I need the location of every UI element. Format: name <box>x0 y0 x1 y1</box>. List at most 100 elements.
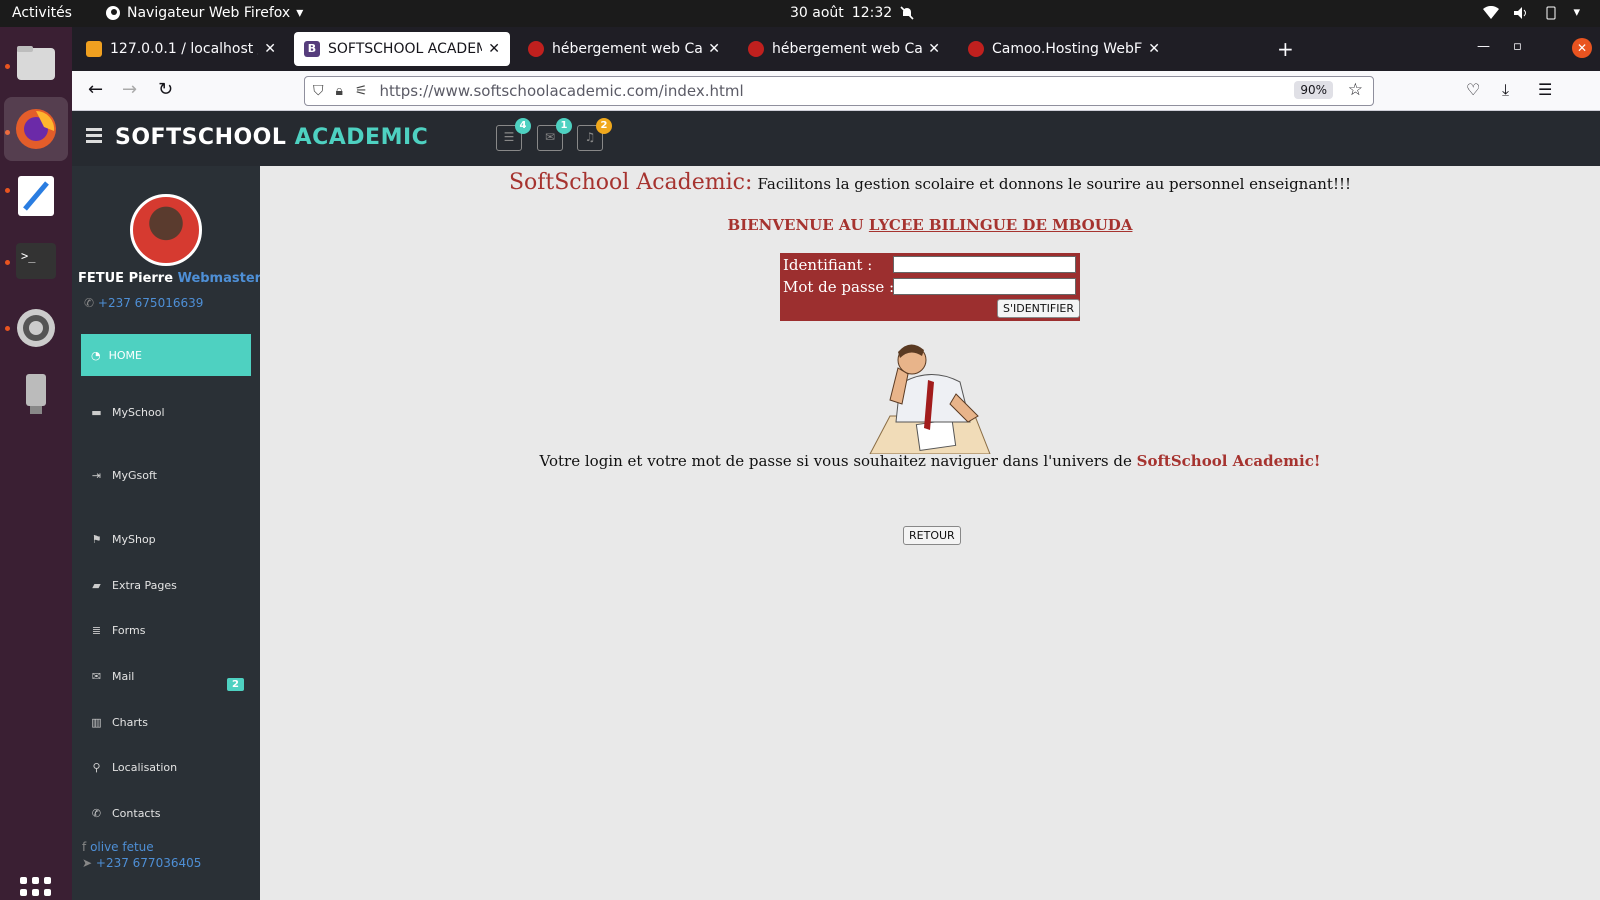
firefox-icon[interactable] <box>4 97 68 161</box>
school-link[interactable]: LYCEE BILINGUE DE MBOUDA <box>869 216 1133 234</box>
sidebar: FETUE Pierre Webmaster ✆ +237 675016639 … <box>72 166 261 900</box>
phone-icon: ✆ <box>91 807 102 820</box>
bell-icon[interactable]: ♫ 2 <box>577 118 612 151</box>
sign-in-icon: ⇥ <box>91 469 102 482</box>
tab-softschool[interactable]: B SOFTSCHOOL ACADEMIC ✕ <box>294 32 510 66</box>
tab-label: hébergement web Camer <box>552 41 703 57</box>
login-form: Identifiant : Mot de passe : S'IDENTIFIE… <box>780 253 1081 321</box>
telegram-icon: ➤ <box>82 856 93 870</box>
dashboard-icon: ◔ <box>91 348 101 362</box>
password-input[interactable] <box>893 278 1076 295</box>
menu-icon[interactable]: ☰ <box>1538 80 1552 99</box>
maximize-icon[interactable]: ▫ <box>1513 39 1522 54</box>
sidebar-item-extra-pages[interactable]: ▰ Extra Pages <box>90 579 177 592</box>
sidebar-item-forms[interactable]: ≣ Forms <box>90 624 146 637</box>
volume-icon <box>1514 6 1527 19</box>
close-tab-icon[interactable]: ✕ <box>928 41 940 57</box>
close-tab-icon[interactable]: ✕ <box>488 41 500 57</box>
url-bar[interactable]: ⛉ 🔒︎ ⚟ https://www.softschoolacademic.co… <box>304 76 1374 106</box>
sidebar-item-contacts[interactable]: ✆ Contacts <box>90 807 161 820</box>
clock[interactable]: 30 août 12:32 <box>790 5 914 21</box>
close-window-icon[interactable]: ✕ <box>1572 38 1592 58</box>
running-indicator <box>5 260 10 265</box>
tab-phpmyadmin[interactable]: 127.0.0.1 / localhost / fda ✕ <box>76 32 286 66</box>
activities-button[interactable]: Activités <box>12 5 72 21</box>
zoom-level[interactable]: 90% <box>1294 81 1333 99</box>
forward-icon[interactable]: → <box>122 79 137 100</box>
pocket-icon[interactable]: ♡ <box>1466 80 1480 99</box>
brand-title[interactable]: SOFTSCHOOL ACADEMIC <box>115 125 428 150</box>
sidebar-item-label: MyShop <box>112 533 156 546</box>
bootstrap-icon: B <box>304 41 320 57</box>
brand-accent: ACADEMIC <box>294 125 429 150</box>
folder-icon: ▬ <box>91 406 102 419</box>
terminal-icon[interactable]: >_ <box>12 237 60 285</box>
login-button[interactable]: S'IDENTIFIER <box>997 299 1081 318</box>
camoo-icon <box>528 41 544 57</box>
tab-label: Camoo.Hosting WebFTP <box>992 41 1143 57</box>
info-message-text: Votre login et votre mot de passe si vou… <box>539 452 1132 470</box>
close-tab-icon[interactable]: ✕ <box>1148 41 1160 57</box>
user-phone[interactable]: ✆ +237 675016639 <box>84 296 203 310</box>
close-tab-icon[interactable]: ✕ <box>264 41 276 57</box>
hamburger-icon[interactable] <box>86 128 102 146</box>
running-indicator <box>5 64 10 69</box>
sidebar-item-myshop[interactable]: ⚑ MyShop <box>90 533 156 546</box>
download-icon[interactable]: ⤓ <box>1502 80 1509 100</box>
footer-telegram[interactable]: ➤ +237 677036405 <box>82 856 201 870</box>
back-button[interactable]: RETOUR <box>903 526 961 545</box>
app-menu[interactable]: Navigateur Web Firefox ▾ <box>105 5 303 21</box>
new-tab-icon[interactable]: + <box>1277 37 1294 61</box>
tab-webftp[interactable]: Camoo.Hosting WebFTP ✕ <box>958 32 1170 66</box>
tab-hosting-1[interactable]: hébergement web Camer ✕ <box>518 32 730 66</box>
phpmyadmin-icon <box>86 41 102 57</box>
footer-facebook[interactable]: f olive fetue <box>82 840 154 854</box>
identifiant-label: Identifiant : <box>783 256 873 274</box>
permissions-icon[interactable]: ⚟ <box>355 83 368 99</box>
minimize-icon[interactable]: — <box>1477 39 1490 54</box>
tab-hosting-2[interactable]: hébergement web Camer ✕ <box>738 32 950 66</box>
mail-count-badge: 2 <box>227 678 244 691</box>
user-role[interactable]: Webmaster <box>178 271 262 286</box>
tab-label: hébergement web Camer <box>772 41 923 57</box>
app-menu-label: Navigateur Web Firefox <box>127 5 291 21</box>
show-apps-icon[interactable] <box>20 877 52 900</box>
back-icon[interactable]: ← <box>88 79 103 100</box>
sidebar-item-label: MyGsoft <box>112 469 157 482</box>
notifications-badge: 2 <box>596 118 612 134</box>
shield-icon[interactable]: ⛉ <box>313 83 324 99</box>
running-indicator <box>5 188 10 193</box>
envelope-icon[interactable]: ✉ 1 <box>537 118 572 151</box>
usb-drive-icon[interactable] <box>12 370 60 418</box>
sidebar-item-localisation[interactable]: ⚲ Localisation <box>90 761 177 774</box>
welcome-prefix: BIENVENUE AU <box>727 216 864 234</box>
tasks-icon[interactable]: ☰ 4 <box>496 118 531 151</box>
sidebar-item-home[interactable]: ◔ HOME <box>81 334 251 376</box>
settings-icon[interactable] <box>12 304 60 352</box>
system-tray[interactable]: ▾ <box>1483 5 1580 20</box>
bar-chart-icon: ▥ <box>91 716 102 729</box>
sidebar-item-myschool[interactable]: ▬ MySchool <box>90 406 164 419</box>
dock: >_ <box>0 27 72 900</box>
system-top-bar: Activités Navigateur Web Firefox ▾ 30 ao… <box>0 0 1600 27</box>
info-message: Votre login et votre mot de passe si vou… <box>260 452 1600 470</box>
sidebar-item-charts[interactable]: ▥ Charts <box>90 716 148 729</box>
identifiant-input[interactable] <box>893 256 1076 273</box>
reload-icon[interactable]: ↻ <box>158 79 173 100</box>
sidebar-item-mygsoft[interactable]: ⇥ MyGsoft <box>90 469 157 482</box>
user-name: FETUE Pierre <box>78 271 174 286</box>
avatar[interactable] <box>130 194 202 266</box>
close-tab-icon[interactable]: ✕ <box>708 41 720 57</box>
footer-phone: +237 677036405 <box>95 856 202 870</box>
sidebar-item-label: Charts <box>112 716 148 729</box>
tasks-badge: 4 <box>515 118 531 134</box>
files-icon[interactable] <box>12 39 60 87</box>
text-editor-icon[interactable] <box>12 172 60 220</box>
sidebar-item-label: Contacts <box>112 807 161 820</box>
user-phone-number: +237 675016639 <box>97 296 204 310</box>
lock-icon[interactable]: 🔒︎ <box>336 83 343 99</box>
user-name-line: FETUE Pierre Webmaster <box>78 271 261 286</box>
sidebar-item-mail[interactable]: ✉ Mail <box>90 670 134 683</box>
sidebar-item-label: HOME <box>108 348 142 362</box>
bookmark-star-icon[interactable]: ☆ <box>1348 80 1363 100</box>
